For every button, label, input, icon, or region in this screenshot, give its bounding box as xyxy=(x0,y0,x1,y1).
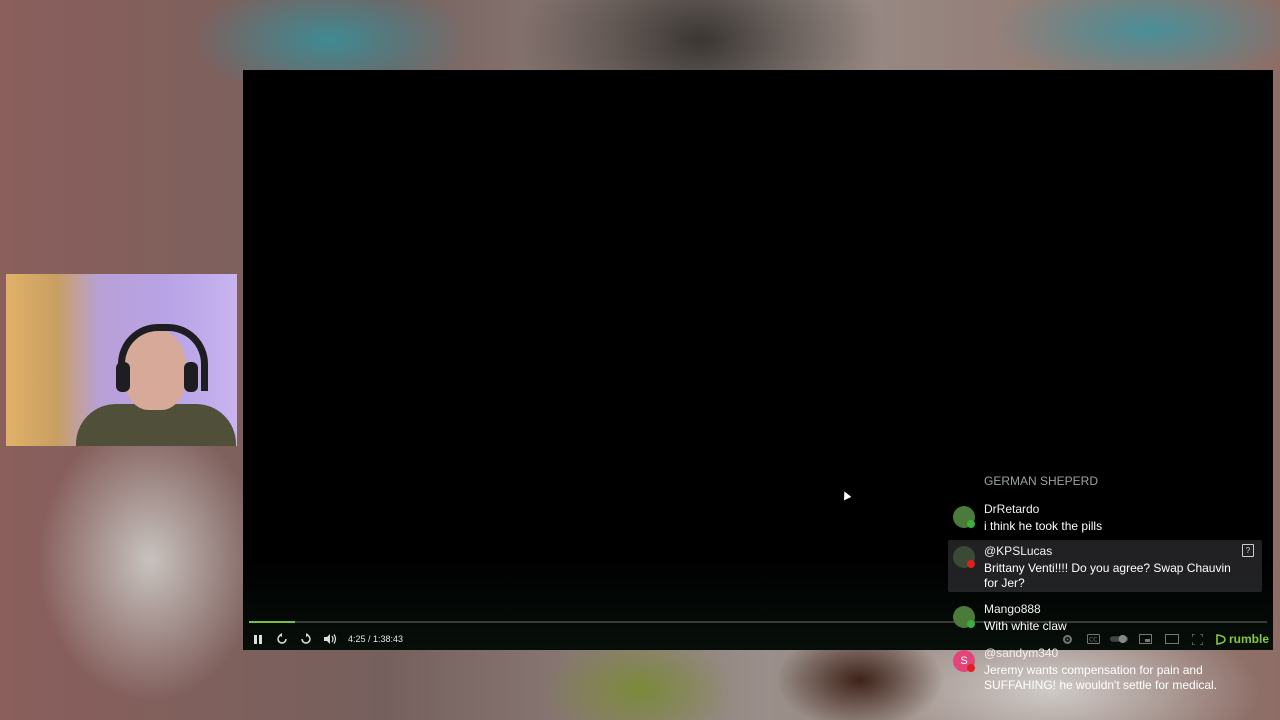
chat-username[interactable]: @sandym340 xyxy=(984,646,1058,660)
pause-icon[interactable] xyxy=(248,629,268,649)
chat-message: S @sandym340 Jeremy wants compensation f… xyxy=(948,646,1262,696)
faded-chat-message: GERMAN SHEPERD xyxy=(984,474,1099,488)
webcam-shirt xyxy=(76,404,236,446)
rewind-icon[interactable] xyxy=(272,629,292,649)
youtube-badge-icon xyxy=(967,664,975,672)
chat-text: Brittany Venti!!!! Do you agree? Swap Ch… xyxy=(984,561,1231,590)
time-display: 4:25 / 1:38:43 xyxy=(348,634,404,644)
youtube-badge-icon xyxy=(967,560,975,568)
chat-username[interactable]: @KPSLucas xyxy=(984,544,1052,558)
volume-icon[interactable] xyxy=(320,629,340,649)
chat-username[interactable]: Mango888 xyxy=(984,602,1041,616)
chat-text: With white claw xyxy=(984,619,1067,633)
live-chat-overlay: GERMAN SHEPERD DrRetardo i think he took… xyxy=(948,462,1262,702)
headset-left-cup xyxy=(116,362,130,392)
chat-message: @KPSLucas Brittany Venti!!!! Do you agre… xyxy=(948,540,1262,592)
forward-icon[interactable] xyxy=(296,629,316,649)
chat-text: Jeremy wants compensation for pain and S… xyxy=(984,663,1218,692)
chat-message: Mango888 With white claw xyxy=(948,602,1262,636)
progress-bar-fill xyxy=(249,621,295,623)
headset-right-cup xyxy=(184,362,198,392)
rumble-badge-icon xyxy=(967,520,975,528)
chat-username[interactable]: DrRetardo xyxy=(984,502,1039,516)
chat-text: i think he took the pills xyxy=(984,519,1103,533)
chat-message: DrRetardo i think he took the pills xyxy=(948,502,1262,536)
rumble-badge-icon xyxy=(967,620,975,628)
report-flag-icon[interactable]: ? xyxy=(1242,544,1254,557)
streamer-webcam-overlay xyxy=(6,274,237,446)
